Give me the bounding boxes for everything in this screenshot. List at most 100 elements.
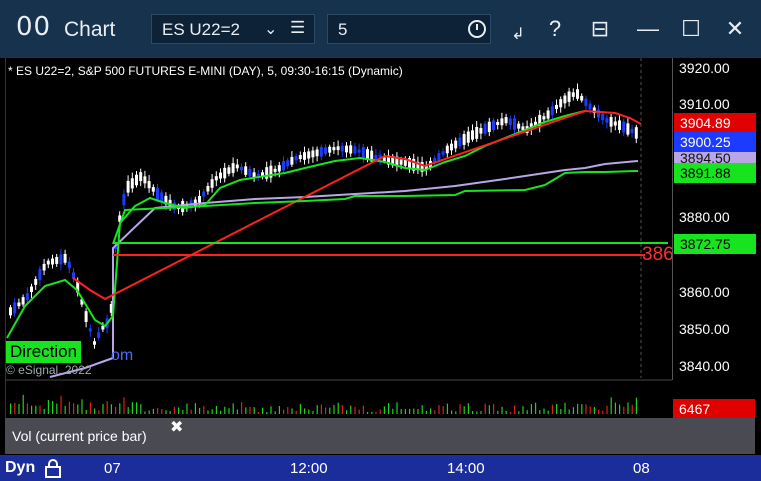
volume-bar xyxy=(509,411,511,414)
candle-body xyxy=(542,116,546,120)
candle-body xyxy=(618,120,621,130)
volume-bar xyxy=(253,407,255,414)
volume-bar xyxy=(581,404,583,414)
candle-body xyxy=(634,127,638,139)
volume-bar xyxy=(572,407,574,414)
lock-icon[interactable] xyxy=(44,458,62,478)
volume-bar xyxy=(333,404,335,414)
volume-bar xyxy=(505,410,507,414)
volume-bar xyxy=(31,405,33,414)
red-moving-average-line xyxy=(72,109,642,301)
candle-body xyxy=(403,159,407,166)
volume-bar xyxy=(446,403,448,414)
candle-body xyxy=(122,194,126,206)
copyright-text: © eSignal, 2022 xyxy=(6,363,92,377)
volume-bar xyxy=(593,407,595,414)
price-axis[interactable]: 3920.00 3910.00 3880.00 3860.00 3850.00 … xyxy=(672,58,756,380)
volume-bar xyxy=(614,402,616,414)
support-line-upper xyxy=(544,170,639,186)
volume-bar xyxy=(60,395,62,414)
volume-bar xyxy=(514,405,516,414)
chevron-down-icon[interactable]: ⌄ xyxy=(264,19,277,39)
candle-body xyxy=(576,89,579,99)
candle-body xyxy=(349,145,353,154)
close-study-icon[interactable]: ✖ xyxy=(170,417,183,437)
close-icon[interactable]: ✕ xyxy=(720,14,750,44)
volume-bar xyxy=(631,404,633,414)
volume-bar xyxy=(190,409,192,414)
volume-bar xyxy=(396,402,398,414)
volume-bar xyxy=(337,402,339,414)
dynamic-mode-label[interactable]: Dyn xyxy=(5,459,35,477)
volume-bar xyxy=(547,410,549,414)
volume-bar xyxy=(577,403,579,414)
volume-bar xyxy=(241,402,243,414)
volume-bar xyxy=(10,403,12,414)
volume-bar xyxy=(228,408,230,414)
volume-bar xyxy=(169,411,171,414)
volume-bar xyxy=(367,411,369,414)
red-level-label: 386 xyxy=(642,244,674,265)
interval-selector[interactable]: 5 xyxy=(327,14,491,44)
candle-body xyxy=(235,164,239,169)
time-tick: 08 xyxy=(633,460,650,477)
volume-value-tag: 6467 xyxy=(673,399,755,419)
volume-bar xyxy=(484,403,486,414)
interval-value: 5 xyxy=(338,20,348,39)
time-axis[interactable]: Dyn 07 12:00 14:00 08 xyxy=(0,455,761,481)
study-title: * ES U22=2, S&P 500 FUTURES E-MINI (DAY)… xyxy=(8,64,403,78)
volume-bar xyxy=(425,410,427,414)
volume-bar xyxy=(278,406,280,414)
volume-bar xyxy=(22,394,24,414)
minimize-icon[interactable]: — xyxy=(633,14,663,44)
candle-body xyxy=(563,95,567,104)
volume-bar xyxy=(98,410,100,414)
volume-bar xyxy=(178,407,180,414)
volume-bar xyxy=(173,406,175,414)
candle-body xyxy=(21,297,25,305)
candle-body xyxy=(466,131,470,143)
volume-bar xyxy=(589,406,591,414)
volume-bar xyxy=(236,409,238,414)
volume-bar xyxy=(409,408,411,414)
volume-bar xyxy=(463,406,465,414)
volume-bar xyxy=(207,410,209,414)
volume-bar xyxy=(47,400,49,414)
help-icon[interactable]: ? xyxy=(540,14,570,44)
clock-icon[interactable] xyxy=(468,20,486,38)
volume-bar xyxy=(140,404,142,414)
volume-bar xyxy=(64,405,66,414)
price-tag-green-upper: 3891.88 xyxy=(674,163,756,183)
volume-bar xyxy=(598,409,600,414)
volume-bar xyxy=(106,401,108,414)
volume-bar xyxy=(623,406,625,414)
maximize-icon[interactable]: ☐ xyxy=(676,14,706,44)
volume-bar xyxy=(224,406,226,414)
direction-label: Direction xyxy=(6,341,82,363)
draw-icon[interactable]: ↲ xyxy=(503,20,533,50)
volume-bar xyxy=(568,409,570,414)
volume-bar xyxy=(455,411,457,414)
volume-bar xyxy=(127,407,129,414)
menu-icon[interactable]: ☰ xyxy=(290,18,305,38)
candle-body xyxy=(30,286,33,293)
candle-body xyxy=(622,121,626,133)
candle-body xyxy=(500,118,504,126)
volume-bar xyxy=(459,404,461,414)
candle-body xyxy=(399,159,403,165)
app-logo: 00 xyxy=(16,12,52,42)
symbol-selector[interactable]: ES U22=2 ⌄ ☰ xyxy=(151,14,315,44)
volume-bar xyxy=(518,411,520,414)
candle-body xyxy=(450,143,453,151)
price-tick: 3880.00 xyxy=(679,209,730,225)
volume-bar xyxy=(480,411,482,414)
candle-body xyxy=(311,150,315,158)
candle-body xyxy=(303,152,306,160)
candle-body xyxy=(517,123,521,129)
volume-bar xyxy=(115,406,117,414)
candle-body xyxy=(601,113,605,121)
candle-body xyxy=(88,328,92,332)
volume-bar xyxy=(472,411,474,414)
volume-bar xyxy=(119,403,121,414)
layout-icon[interactable]: ⊟ xyxy=(585,14,615,44)
